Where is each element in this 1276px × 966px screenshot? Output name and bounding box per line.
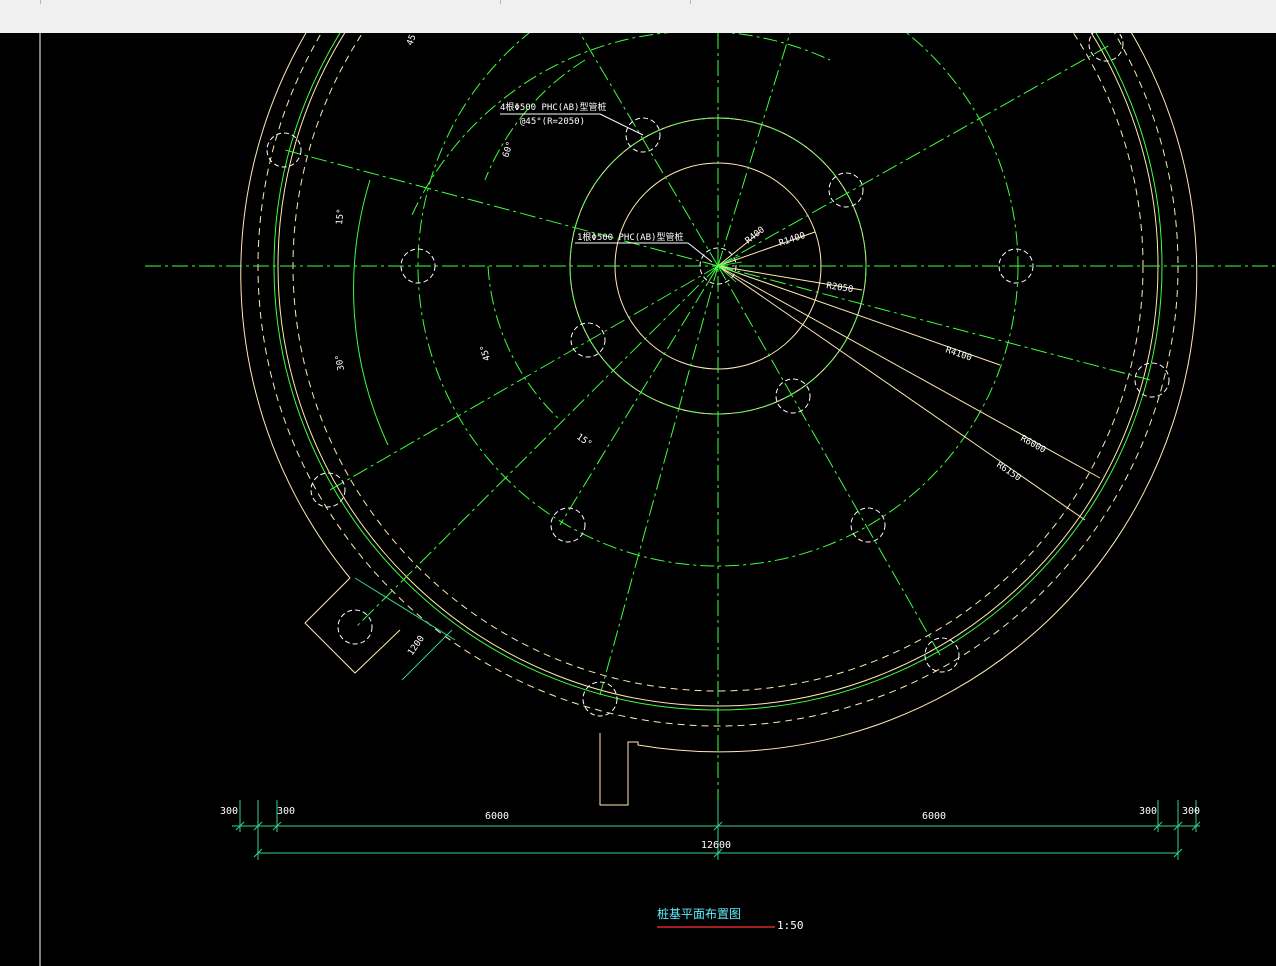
app-toolbar — [0, 0, 1276, 34]
label-r6000: R6000 — [1019, 434, 1048, 456]
radial-line — [579, 33, 719, 267]
pile-ring-note-line2: @45°(R=2050) — [520, 117, 585, 127]
dimension-chain — [232, 800, 1201, 860]
drawing-title: 桩基平面布置图 — [657, 906, 741, 921]
radial-line — [717, 265, 941, 656]
pile-ring-note-line1: 4根Φ500 PHC(AB)型管桩 — [500, 101, 606, 113]
foundation-offset — [304, 577, 401, 674]
label-local-dimension-1200: 1200 — [406, 634, 427, 658]
leader-pile-ring-note — [599, 113, 644, 136]
pile — [828, 172, 864, 208]
dim-300-b: 300 — [277, 806, 295, 817]
toolbar-separator — [500, 0, 501, 4]
pile — [570, 322, 606, 358]
label-r2050: R2050 — [826, 281, 854, 295]
label-r4100: R4100 — [944, 345, 973, 363]
centerlines — [145, 33, 1276, 830]
toolbar-separator — [690, 0, 691, 4]
pile — [266, 132, 302, 168]
label-angle-15-low: 15° — [574, 432, 593, 450]
dim-total-12600: 12600 — [701, 840, 731, 851]
drawing-title-block: 桩基平面布置图 1:50 — [657, 906, 804, 932]
radial-line — [599, 265, 719, 696]
outer-wall-outline — [240, 33, 1198, 806]
label-angle-15-left: 15° — [335, 208, 346, 225]
radial-line — [329, 265, 719, 491]
radius-labels: R400 R1400 R2050 R4100 R6000 R6150 — [744, 225, 1047, 484]
pile — [337, 609, 373, 645]
label-r400: R400 — [744, 225, 767, 246]
label-angle-45-mid: 45° — [479, 344, 493, 362]
toolbar-separator — [40, 0, 41, 4]
pile — [775, 378, 811, 414]
center-pile-note: 1根Φ500 PHC(AB)型管桩 — [577, 231, 683, 243]
dim-300-c: 300 — [1139, 806, 1157, 817]
outer-wall — [240, 33, 1198, 806]
radial-line — [559, 265, 719, 526]
drawing-scale: 1:50 — [777, 919, 804, 932]
label-angle-45-top: 45° — [405, 33, 420, 47]
arc-r4200 — [487, 265, 561, 421]
radius-dimension-lines — [717, 231, 1101, 521]
label-angle-30: 30° — [334, 353, 347, 371]
label-r1400: R1400 — [778, 231, 807, 249]
radial-line — [717, 44, 1111, 267]
label-r6150: R6150 — [994, 460, 1022, 483]
pile — [550, 507, 586, 543]
dim-6000-b: 6000 — [922, 811, 946, 822]
dim-300-d: 300 — [1182, 806, 1200, 817]
arc-r5500 — [353, 179, 389, 446]
drawing-canvas[interactable]: 4根Φ500 PHC(AB)型管桩 @45°(R=2050) 1根Φ500 PH… — [0, 33, 1276, 966]
radial-line — [354, 265, 719, 629]
dim-6000-a: 6000 — [485, 811, 509, 822]
radial-line — [284, 149, 719, 267]
pile — [850, 507, 886, 543]
local-dimension-1200 — [354, 577, 456, 681]
annotation-texts: 4根Φ500 PHC(AB)型管桩 @45°(R=2050) 1根Φ500 PH… — [500, 101, 683, 243]
pile — [924, 637, 960, 673]
radius-line-r6150 — [717, 265, 1086, 521]
dim-300-a: 300 — [220, 806, 238, 817]
radial-line — [717, 265, 1151, 381]
cad-drawing[interactable]: 4根Φ500 PHC(AB)型管桩 @45°(R=2050) 1根Φ500 PH… — [0, 33, 1276, 966]
dimension-texts: 300 300 6000 6000 300 300 12600 — [220, 806, 1200, 851]
label-angle-60: 60° — [501, 140, 516, 159]
